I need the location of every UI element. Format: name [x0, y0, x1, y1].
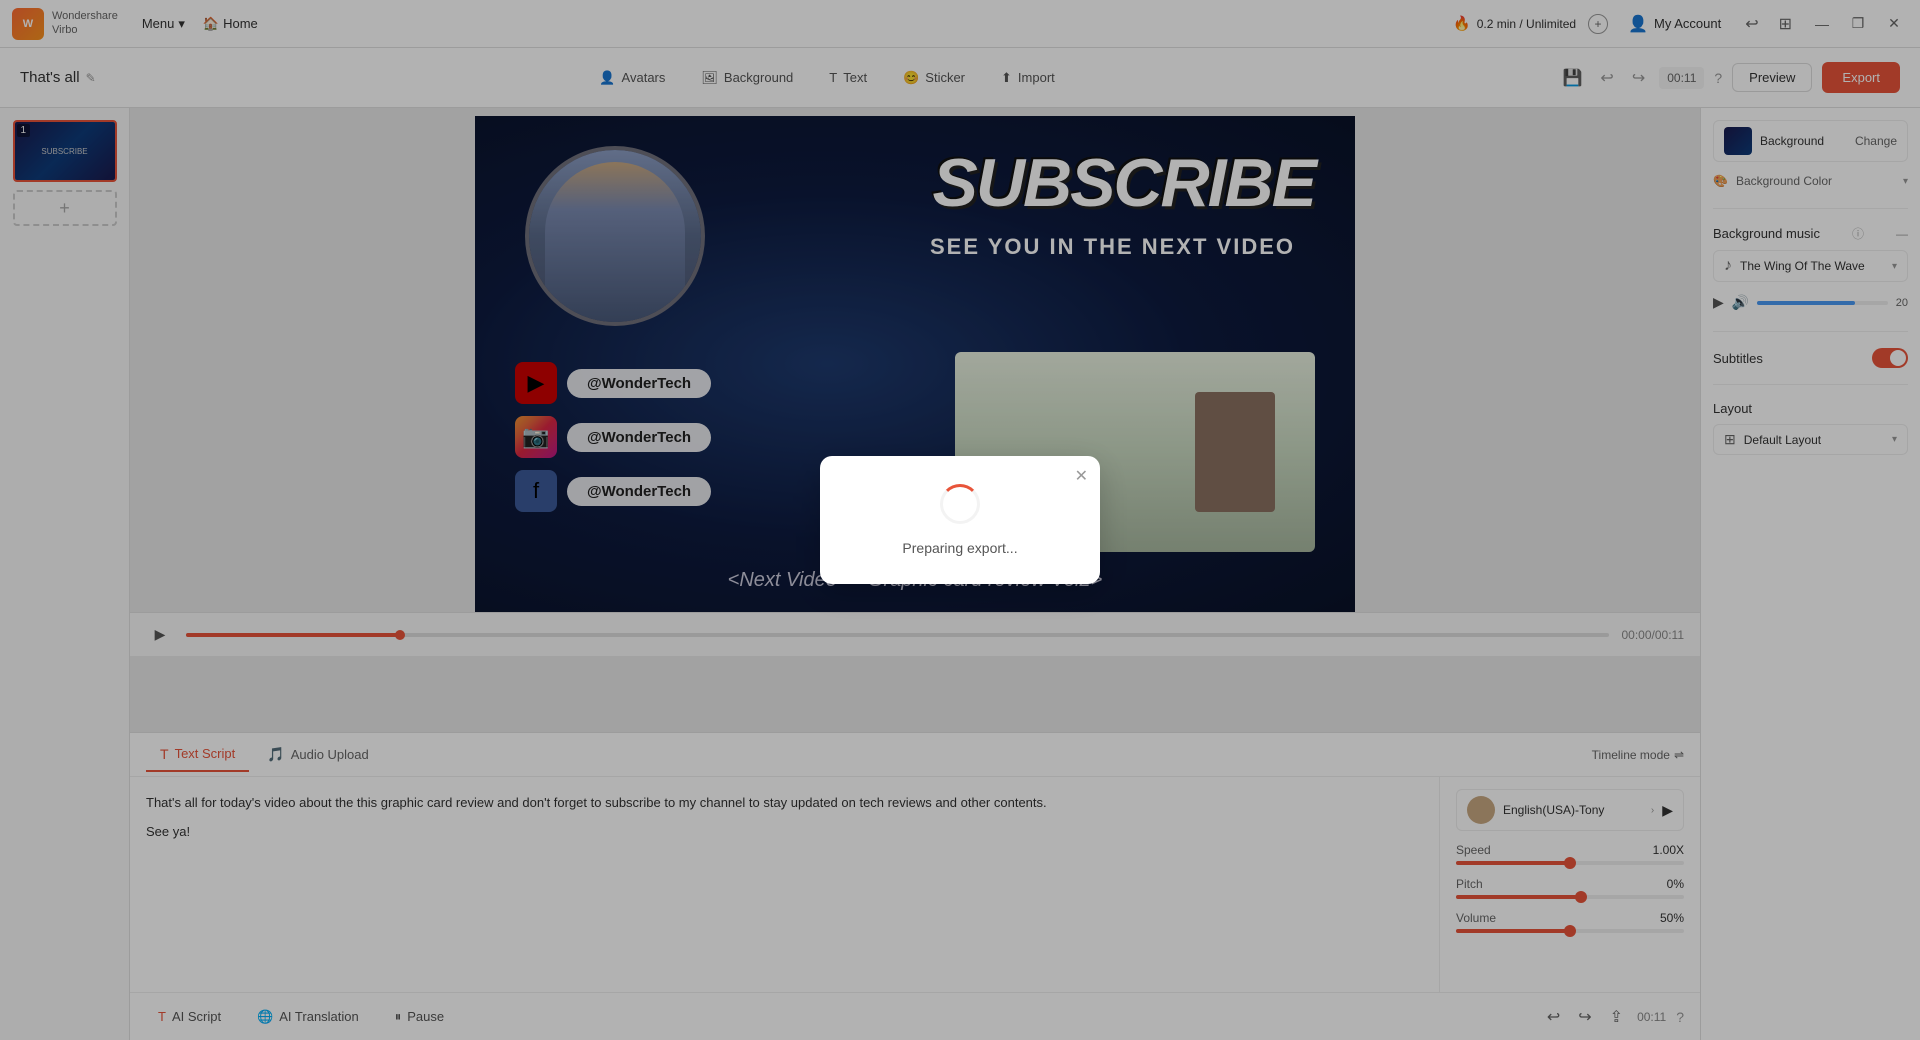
loading-spinner — [940, 484, 980, 524]
modal-overlay: ✕ Preparing export... — [0, 0, 1920, 1040]
modal-close-button[interactable]: ✕ — [1075, 466, 1088, 486]
export-modal: ✕ Preparing export... — [820, 456, 1100, 584]
preparing-text: Preparing export... — [844, 540, 1076, 556]
